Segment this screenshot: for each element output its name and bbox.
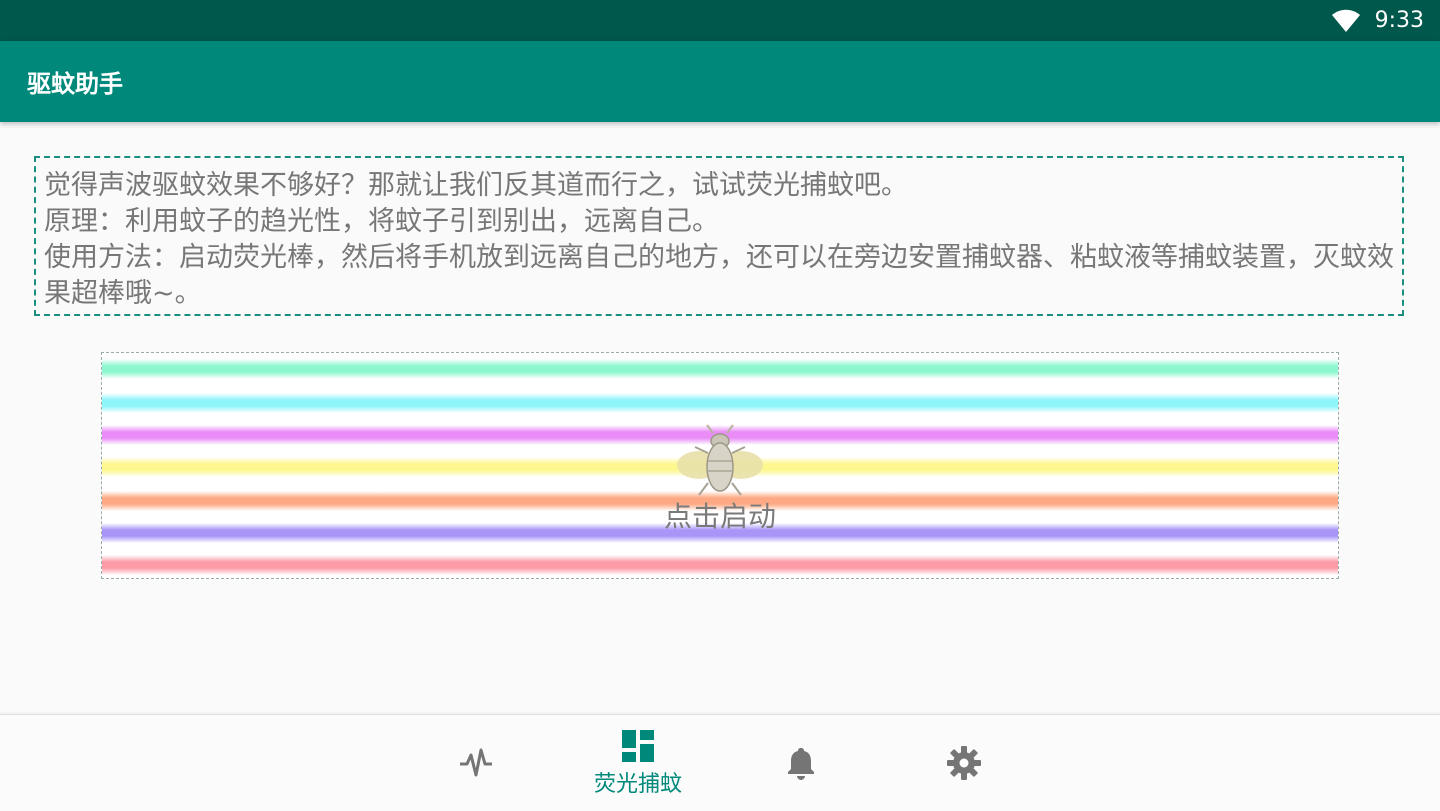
- description-line: 原理：利用蚊子的趋光性，将蚊子引到别出，远离自己。: [44, 206, 719, 237]
- start-label[interactable]: 点击启动: [664, 495, 776, 535]
- light-stripe: [102, 393, 1338, 413]
- description-line: 使用方法：启动荧光棒，然后将手机放到远离自己的地方，还可以在旁边安置捕蚊器、粘蚊…: [44, 242, 1394, 309]
- fluorescent-start-panel[interactable]: 点击启动: [101, 352, 1339, 579]
- light-stripe: [102, 359, 1338, 379]
- description-line: 觉得声波驱蚊效果不够好？那就让我们反其道而行之，试试荧光捕蚊吧。: [44, 170, 908, 201]
- description-box: 觉得声波驱蚊效果不够好？那就让我们反其道而行之，试试荧光捕蚊吧。 原理：利用蚊子…: [34, 156, 1404, 316]
- wifi-icon: [1331, 9, 1360, 32]
- nav-item-fluorescent[interactable]: 荧光捕蚊: [578, 715, 698, 811]
- status-time: 9:33: [1374, 8, 1424, 33]
- nav-item-sound[interactable]: [416, 715, 536, 811]
- nav-item-settings[interactable]: [904, 715, 1024, 811]
- start-control[interactable]: 点击启动: [102, 423, 1338, 535]
- pulse-icon: [460, 748, 492, 777]
- app-bar: 驱蚊助手: [0, 41, 1440, 122]
- mosquito-icon: [677, 424, 763, 496]
- bell-icon: [788, 748, 814, 780]
- status-icons: 9:33: [1331, 0, 1424, 41]
- gear-icon: [947, 746, 981, 780]
- app-title: 驱蚊助手: [27, 70, 123, 98]
- bottom-navigation: 荧光捕蚊: [0, 714, 1440, 811]
- light-stripe: [102, 555, 1338, 575]
- nav-label-fluorescent: 荧光捕蚊: [593, 772, 682, 797]
- nav-item-alarm[interactable]: [741, 715, 861, 811]
- status-bar: 9:33: [0, 0, 1440, 41]
- dashboard-icon: [622, 730, 654, 762]
